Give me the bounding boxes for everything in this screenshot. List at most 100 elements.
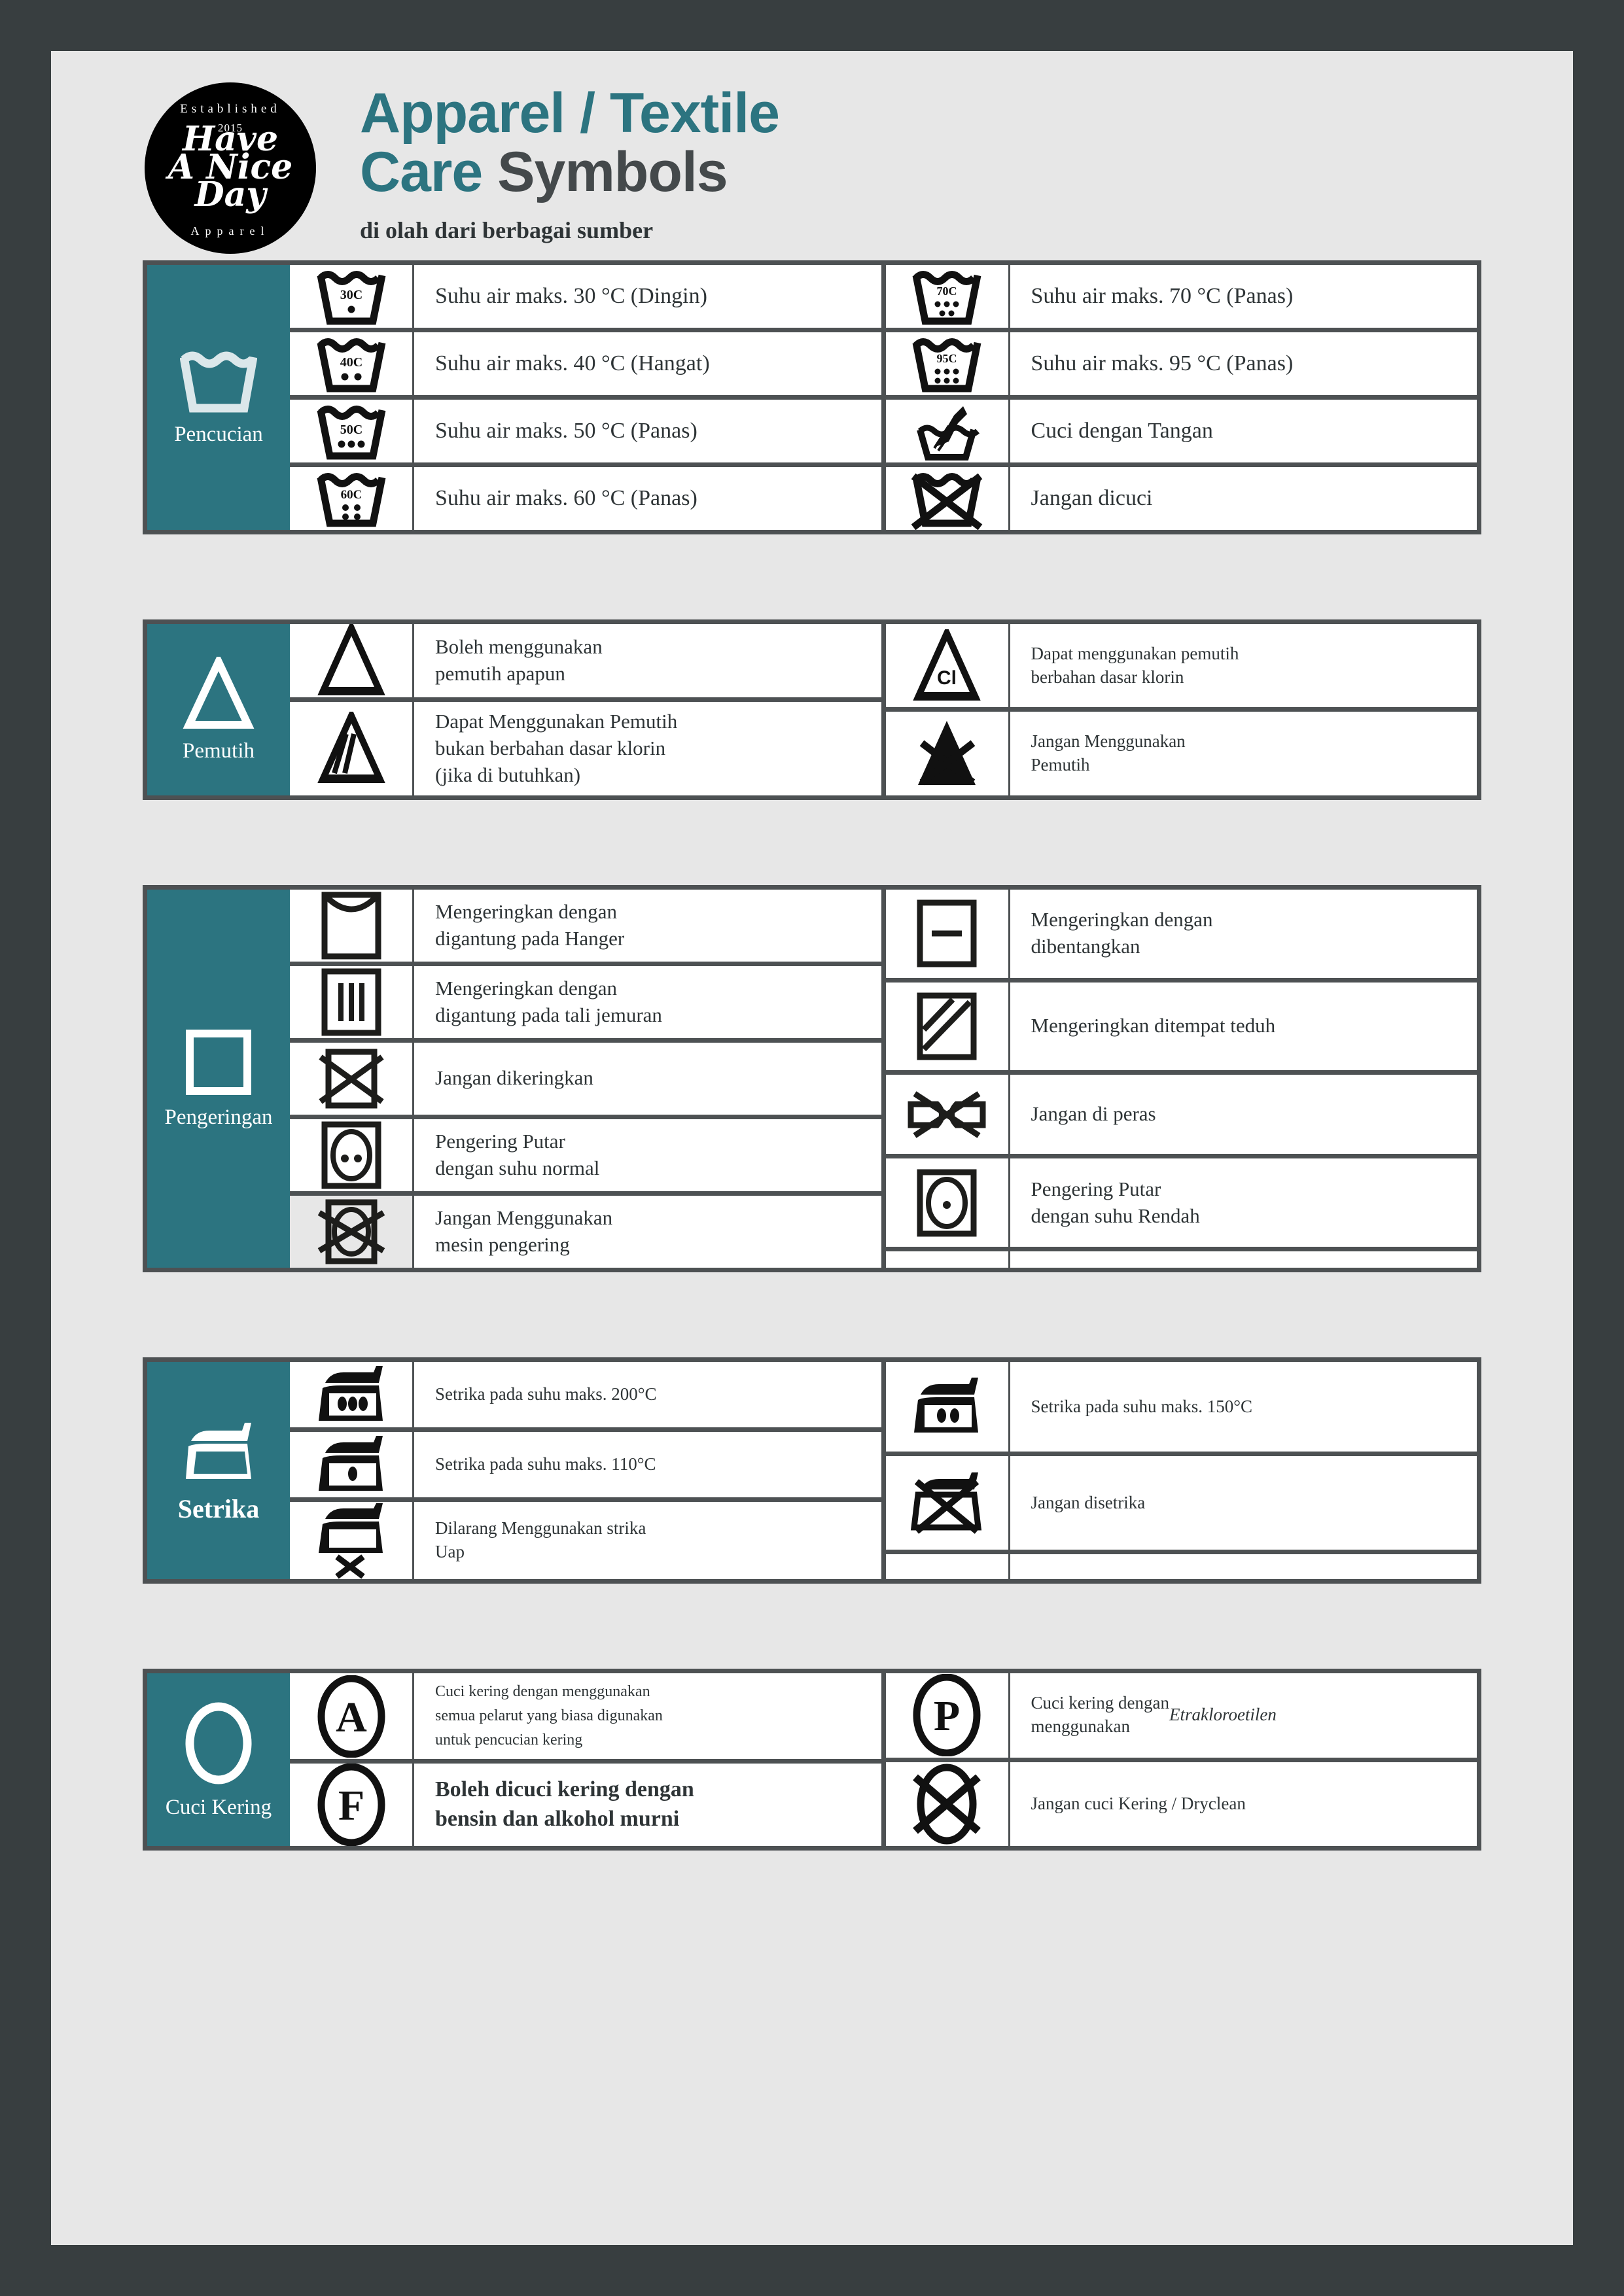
section-setrika: Setrika Setrika pada suhu maks. 200°C Se… bbox=[143, 1357, 1481, 1584]
category-label-cuci-kering: Cuci Kering bbox=[165, 1795, 272, 1819]
row-description-text: Jangan cuci Kering / Dryclean bbox=[1031, 1794, 1246, 1814]
pengeringan-right-column: Mengeringkan dengan dibentangkan Mengeri… bbox=[885, 889, 1477, 1268]
category-pencucian: Pencucian bbox=[147, 265, 290, 530]
row-description-text: Setrika pada suhu maks. 200°C bbox=[435, 1383, 657, 1404]
row-description-text: Jangan Menggunakan Pemutih bbox=[1031, 731, 1186, 775]
table-row: Jangan di peras bbox=[885, 1075, 1477, 1155]
row-description: Jangan Menggunakan Pemutih bbox=[1010, 712, 1477, 795]
table-row: Mengeringkan dengan digantung pada tali … bbox=[290, 965, 881, 1038]
table-row: 70C Suhu air maks. 70 °C (Panas) bbox=[885, 265, 1477, 328]
category-label-pemutih: Pemutih bbox=[182, 739, 255, 763]
bleach-non-chlorine-icon bbox=[290, 702, 412, 795]
category-setrika: Setrika bbox=[147, 1361, 290, 1579]
tumble-dry-low-icon bbox=[885, 1158, 1008, 1247]
iron-1dot-icon bbox=[290, 1431, 412, 1497]
no-steam-iron-icon bbox=[290, 1501, 412, 1579]
table-row: Cl Dapat menggunakan pemutih berbahan da… bbox=[885, 624, 1477, 708]
svg-text:95C: 95C bbox=[937, 352, 957, 365]
row-description-text: Cuci kering dengan menggunakan semua pel… bbox=[435, 1682, 663, 1749]
row-description: Setrika pada suhu maks. 200°C bbox=[414, 1361, 881, 1427]
empty-icon-cell bbox=[885, 1251, 1008, 1268]
category-label-setrika: Setrika bbox=[177, 1493, 260, 1523]
setrika-right-column: Setrika pada suhu maks. 150°C Jangan dis… bbox=[885, 1361, 1477, 1579]
row-description-text: Mengeringkan dengan digantung pada Hange… bbox=[435, 899, 625, 950]
page-subtitle: di olah dari berbagai sumber bbox=[360, 217, 654, 243]
table-row: 40C Suhu air maks. 40 °C (Hangat) bbox=[290, 332, 881, 395]
row-description: Cuci kering dengan menggunakan semua pel… bbox=[414, 1673, 881, 1760]
category-pemutih: Pemutih bbox=[147, 624, 290, 795]
row-description: Setrika pada suhu maks. 110°C bbox=[414, 1431, 881, 1497]
svg-text:30C: 30C bbox=[340, 288, 362, 302]
row-description-text: Setrika pada suhu maks. 150°C bbox=[1031, 1396, 1253, 1416]
bleach-chlorine-cl-icon: Cl bbox=[885, 624, 1008, 708]
row-description-text: Dapat Menggunakan Pemutih bukan berbahan… bbox=[435, 710, 678, 786]
row-description-text: Cuci dengan Tangan bbox=[1031, 418, 1213, 443]
empty-text-cell bbox=[1010, 1554, 1477, 1579]
do-not-iron-icon bbox=[885, 1456, 1008, 1550]
hand-wash-icon bbox=[885, 400, 1008, 462]
row-description-text: Suhu air maks. 50 °C (Panas) bbox=[435, 418, 697, 443]
row-description-text: Suhu air maks. 30 °C (Dingin) bbox=[435, 283, 707, 308]
do-not-dryclean-icon bbox=[885, 1762, 1008, 1847]
drip-dry-hanger-icon bbox=[290, 889, 412, 962]
row-description: Jangan cuci Kering / Dryclean bbox=[1010, 1762, 1477, 1847]
row-description-text: Setrika pada suhu maks. 110°C bbox=[435, 1453, 656, 1474]
dryclean-a-letter: A bbox=[336, 1694, 367, 1741]
svg-text:50C: 50C bbox=[340, 423, 362, 437]
do-not-tumble-dry-icon bbox=[290, 1195, 412, 1268]
symbol-grid-setrika: Setrika pada suhu maks. 200°C Setrika pa… bbox=[290, 1361, 1477, 1579]
wash-95c-icon: 95C bbox=[885, 332, 1008, 395]
row-description: Mengeringkan ditempat teduh bbox=[1010, 982, 1477, 1071]
table-row: Cuci dengan Tangan bbox=[885, 400, 1477, 462]
table-row: 30C Suhu air maks. 30 °C (Dingin) bbox=[290, 265, 881, 328]
row-description: Suhu air maks. 70 °C (Panas) bbox=[1010, 265, 1477, 328]
row-description-text: Pengering Putar dengan suhu Rendah bbox=[1031, 1177, 1200, 1227]
table-row: Jangan cuci Kering / Dryclean bbox=[885, 1762, 1477, 1847]
pencucian-left-column: 30C Suhu air maks. 30 °C (Dingin) 40C Su… bbox=[290, 265, 881, 530]
table-row: Jangan Menggunakan Pemutih bbox=[885, 712, 1477, 795]
row-description: Boleh menggunakan pemutih apapun bbox=[414, 624, 881, 697]
do-not-wring-icon bbox=[885, 1075, 1008, 1155]
logo-established-text: Established bbox=[180, 102, 281, 116]
table-row: 50C Suhu air maks. 50 °C (Panas) bbox=[290, 400, 881, 462]
svg-text:60C: 60C bbox=[340, 488, 362, 502]
row-description-text: Boleh menggunakan pemutih apapun bbox=[435, 635, 603, 685]
row-description-text: Suhu air maks. 95 °C (Panas) bbox=[1031, 351, 1294, 375]
row-description-text: Boleh dicuci kering dengan bensin dan al… bbox=[435, 1777, 694, 1832]
table-row: Jangan Menggunakan mesin pengering bbox=[290, 1195, 881, 1268]
row-description: Pengering Putar dengan suhu normal bbox=[414, 1119, 881, 1191]
row-description: Mengeringkan dengan digantung pada tali … bbox=[414, 965, 881, 1038]
row-description: Suhu air maks. 95 °C (Panas) bbox=[1010, 332, 1477, 395]
category-pengeringan: Pengeringan bbox=[147, 889, 290, 1268]
iron-2dots-icon bbox=[885, 1361, 1008, 1452]
table-row: Boleh menggunakan pemutih apapun bbox=[290, 624, 881, 697]
do-not-dry-icon bbox=[290, 1042, 412, 1115]
row-description-text: Suhu air maks. 40 °C (Hangat) bbox=[435, 351, 710, 375]
row-description: Mengeringkan dengan dibentangkan bbox=[1010, 889, 1477, 978]
wash-tub-icon bbox=[180, 348, 257, 413]
row-description: Dilarang Menggunakan strika Uap bbox=[414, 1501, 881, 1579]
line-dry-icon bbox=[290, 965, 412, 1038]
row-description: Jangan dikeringkan bbox=[414, 1042, 881, 1115]
row-description: Mengeringkan dengan digantung pada Hange… bbox=[414, 889, 881, 962]
brand-logo: Established 2015 Have A Nice Day Apparel bbox=[145, 82, 316, 254]
section-cuci-kering: Cuci Kering A Cuci kering dengan menggun… bbox=[143, 1668, 1481, 1851]
svg-text:40C: 40C bbox=[340, 355, 362, 370]
empty-icon-cell bbox=[885, 1554, 1008, 1579]
table-row: P Cuci kering dengan menggunakan Etraklo… bbox=[885, 1673, 1477, 1758]
row-description: Jangan Menggunakan mesin pengering bbox=[414, 1195, 881, 1268]
row-description-text: Jangan Menggunakan mesin pengering bbox=[435, 1206, 613, 1256]
row-description-text: Mengeringkan ditempat teduh bbox=[1031, 1014, 1276, 1037]
table-row: 95C Suhu air maks. 95 °C (Panas) bbox=[885, 332, 1477, 395]
wash-50c-icon: 50C bbox=[290, 400, 412, 462]
row-description-text: Suhu air maks. 60 °C (Panas) bbox=[435, 485, 697, 510]
row-description: Dapat Menggunakan Pemutih bukan berbahan… bbox=[414, 702, 881, 795]
tumble-dry-normal-icon bbox=[290, 1119, 412, 1191]
page-title-line-1: Apparel / Textile bbox=[360, 84, 780, 143]
symbol-grid-pemutih: Boleh menggunakan pemutih apapun Dapat M… bbox=[290, 624, 1477, 795]
table-row: F Boleh dicuci kering dengan bensin dan … bbox=[290, 1764, 881, 1847]
cuci-kering-right-column: P Cuci kering dengan menggunakan Etraklo… bbox=[885, 1673, 1477, 1847]
